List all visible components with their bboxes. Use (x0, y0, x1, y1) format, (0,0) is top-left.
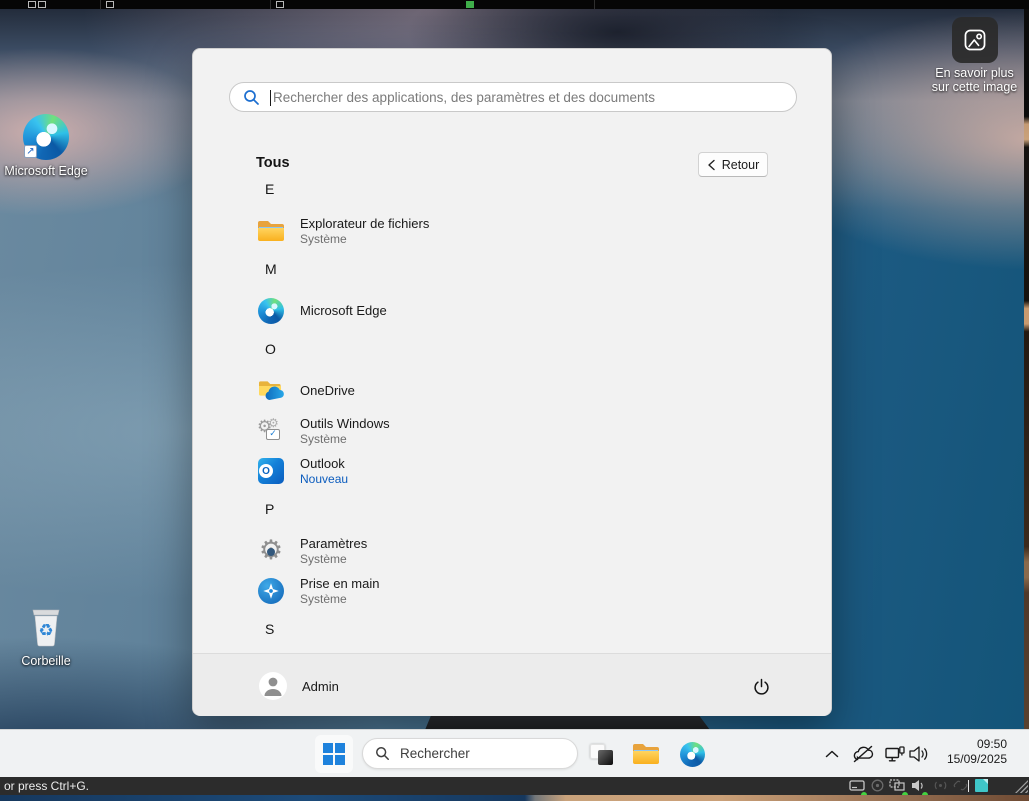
app-name: Paramètres (300, 535, 368, 551)
browser-tab[interactable] (106, 1, 114, 8)
shortcut-arrow-icon: ↗ (24, 145, 37, 158)
browser-tab[interactable] (466, 1, 474, 8)
tab-divider (100, 0, 101, 9)
chevron-left-icon (708, 159, 715, 170)
section-letter-e[interactable]: E (265, 181, 274, 201)
start-button[interactable] (315, 735, 353, 773)
screen: ↗ Microsoft Edge ♻ Corbeille En savoir p… (0, 0, 1029, 801)
network-tray-button[interactable] (881, 740, 909, 768)
app-item-settings[interactable]: ⚙ Paramètres Système (217, 531, 793, 571)
task-view-icon (589, 741, 615, 767)
volume-tray-button[interactable] (906, 740, 934, 768)
desktop-icon-label: Corbeille (21, 654, 71, 668)
start-menu-search-box[interactable] (229, 82, 797, 112)
app-sublabel: Système (300, 551, 347, 566)
desktop-icon-label: Microsoft Edge (4, 164, 88, 178)
windows-logo-icon (323, 743, 345, 765)
edge-icon (257, 297, 285, 325)
tab-divider (594, 0, 595, 9)
status-divider (968, 780, 969, 792)
viewer-status-bar: or press Ctrl+G. (0, 777, 1029, 798)
clipboard-status-icon[interactable] (975, 779, 988, 792)
cloud-slash-icon (853, 745, 874, 763)
browser-tab[interactable] (28, 1, 36, 8)
tray-show-hidden-icons[interactable] (820, 740, 844, 768)
section-letter-m[interactable]: M (265, 261, 277, 281)
chevron-up-icon (825, 750, 839, 758)
app-item-microsoft-edge[interactable]: Microsoft Edge (217, 291, 793, 331)
power-button[interactable] (743, 668, 779, 704)
spotlight-button[interactable] (952, 17, 998, 63)
section-letter-s[interactable]: S (265, 621, 274, 641)
settings-gear-icon: ⚙ (257, 537, 285, 565)
app-name: Prise en main (300, 575, 380, 591)
power-icon (753, 678, 769, 695)
section-letter-o[interactable]: O (265, 341, 276, 361)
taskbar-search-input[interactable] (390, 746, 587, 761)
start-menu-search-input[interactable] (260, 89, 796, 105)
app-item-windows-tools[interactable]: ⚙ ⚙ ✓ Outils Windows Système (217, 411, 793, 451)
taskbar: 09:50 15/09/2025 (0, 729, 1029, 777)
status-bar-text: or press Ctrl+G. (4, 779, 90, 793)
app-sublabel: Système (300, 231, 347, 246)
volume-icon (909, 746, 928, 762)
spotlight-caption: En savoir plus sur cette image (917, 66, 1029, 94)
all-apps-title: Tous (256, 155, 290, 171)
browser-tab-strip (0, 0, 1029, 9)
app-name: Outils Windows (300, 415, 390, 431)
back-button[interactable]: Retour (698, 152, 768, 177)
app-item-outlook[interactable]: O Outlook Nouveau (217, 451, 793, 491)
onedrive-tray-button[interactable] (849, 740, 877, 768)
background-window-edge (0, 795, 1029, 801)
onedrive-icon (257, 377, 285, 405)
edge-icon (679, 741, 705, 767)
right-edge-window-sliver (1024, 9, 1029, 777)
text-caret (270, 90, 271, 106)
network-icon (885, 745, 905, 762)
start-menu-footer: Admin (193, 653, 831, 716)
windows-tools-icon: ⚙ ⚙ ✓ (257, 416, 280, 440)
app-sublabel-new: Nouveau (300, 471, 349, 486)
app-name: Microsoft Edge (300, 303, 387, 318)
spotlight-caption-line1: En savoir plus (935, 66, 1014, 80)
section-letter-p[interactable]: P (265, 501, 274, 521)
clock-date: 15/09/2025 (946, 752, 1007, 766)
back-button-label: Retour (721, 157, 760, 172)
browser-tab[interactable] (38, 1, 46, 8)
file-explorer-icon (257, 217, 285, 245)
user-avatar (259, 672, 287, 700)
user-name: Admin (302, 678, 339, 694)
get-started-icon (257, 577, 285, 605)
file-explorer-taskbar-button[interactable] (632, 740, 660, 768)
recycle-bin-icon: ♻ (32, 609, 60, 647)
taskbar-clock[interactable]: 09:50 15/09/2025 (935, 737, 1007, 767)
app-item-file-explorer[interactable]: Explorateur de fichiers Système (217, 211, 793, 251)
outlook-icon: O (257, 457, 285, 485)
app-name: Outlook (300, 455, 345, 471)
app-name: OneDrive (300, 383, 355, 398)
user-profile-button[interactable]: Admin (247, 666, 351, 706)
app-name: Explorateur de fichiers (300, 215, 430, 231)
app-sublabel: Système (300, 591, 347, 606)
landscape-image-icon (964, 29, 986, 51)
desktop-icon-recycle-bin[interactable]: ♻ Corbeille (0, 606, 92, 668)
start-menu-panel: Tous Retour E Explorateur de fichie (192, 48, 832, 716)
tab-divider (270, 0, 271, 9)
folder-icon (633, 744, 659, 764)
resize-grip[interactable] (1015, 780, 1028, 793)
search-icon (244, 89, 259, 105)
app-sublabel: Système (300, 431, 347, 446)
edge-taskbar-button[interactable] (678, 740, 706, 768)
app-item-get-started[interactable]: Prise en main Système (217, 571, 793, 611)
svg-text:♻: ♻ (38, 621, 53, 640)
task-view-button[interactable] (588, 740, 616, 768)
clock-time: 09:50 (976, 737, 1007, 751)
taskbar-search-box[interactable] (362, 738, 587, 769)
spotlight-caption-line2: sur cette image (931, 80, 1018, 94)
search-icon (376, 747, 389, 760)
browser-tab[interactable] (276, 1, 284, 8)
app-item-onedrive[interactable]: OneDrive (217, 371, 793, 411)
desktop-icon-edge[interactable]: ↗ Microsoft Edge (0, 114, 92, 178)
